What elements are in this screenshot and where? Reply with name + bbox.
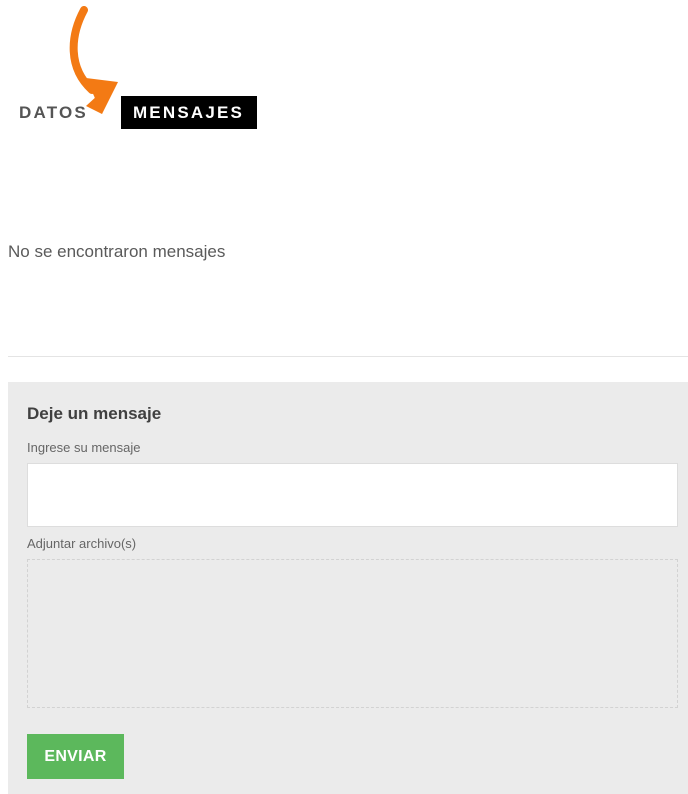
tab-mensajes[interactable]: MENSAJES xyxy=(120,96,258,129)
tab-bar: DATOS MENSAJES xyxy=(0,96,258,129)
send-button[interactable]: ENVIAR xyxy=(27,734,124,779)
message-label: Ingrese su mensaje xyxy=(27,440,141,455)
message-form-panel: Deje un mensaje Ingrese su mensaje Adjun… xyxy=(8,382,688,794)
message-input[interactable] xyxy=(27,463,678,527)
file-dropzone[interactable] xyxy=(27,559,678,708)
divider xyxy=(8,356,688,357)
page: DATOS MENSAJES No se encontraron mensaje… xyxy=(0,0,688,794)
form-title: Deje un mensaje xyxy=(27,404,162,423)
tab-datos[interactable]: DATOS xyxy=(19,96,121,129)
attach-label: Adjuntar archivo(s) xyxy=(27,536,137,551)
empty-messages-text: No se encontraron mensajes xyxy=(8,242,226,261)
